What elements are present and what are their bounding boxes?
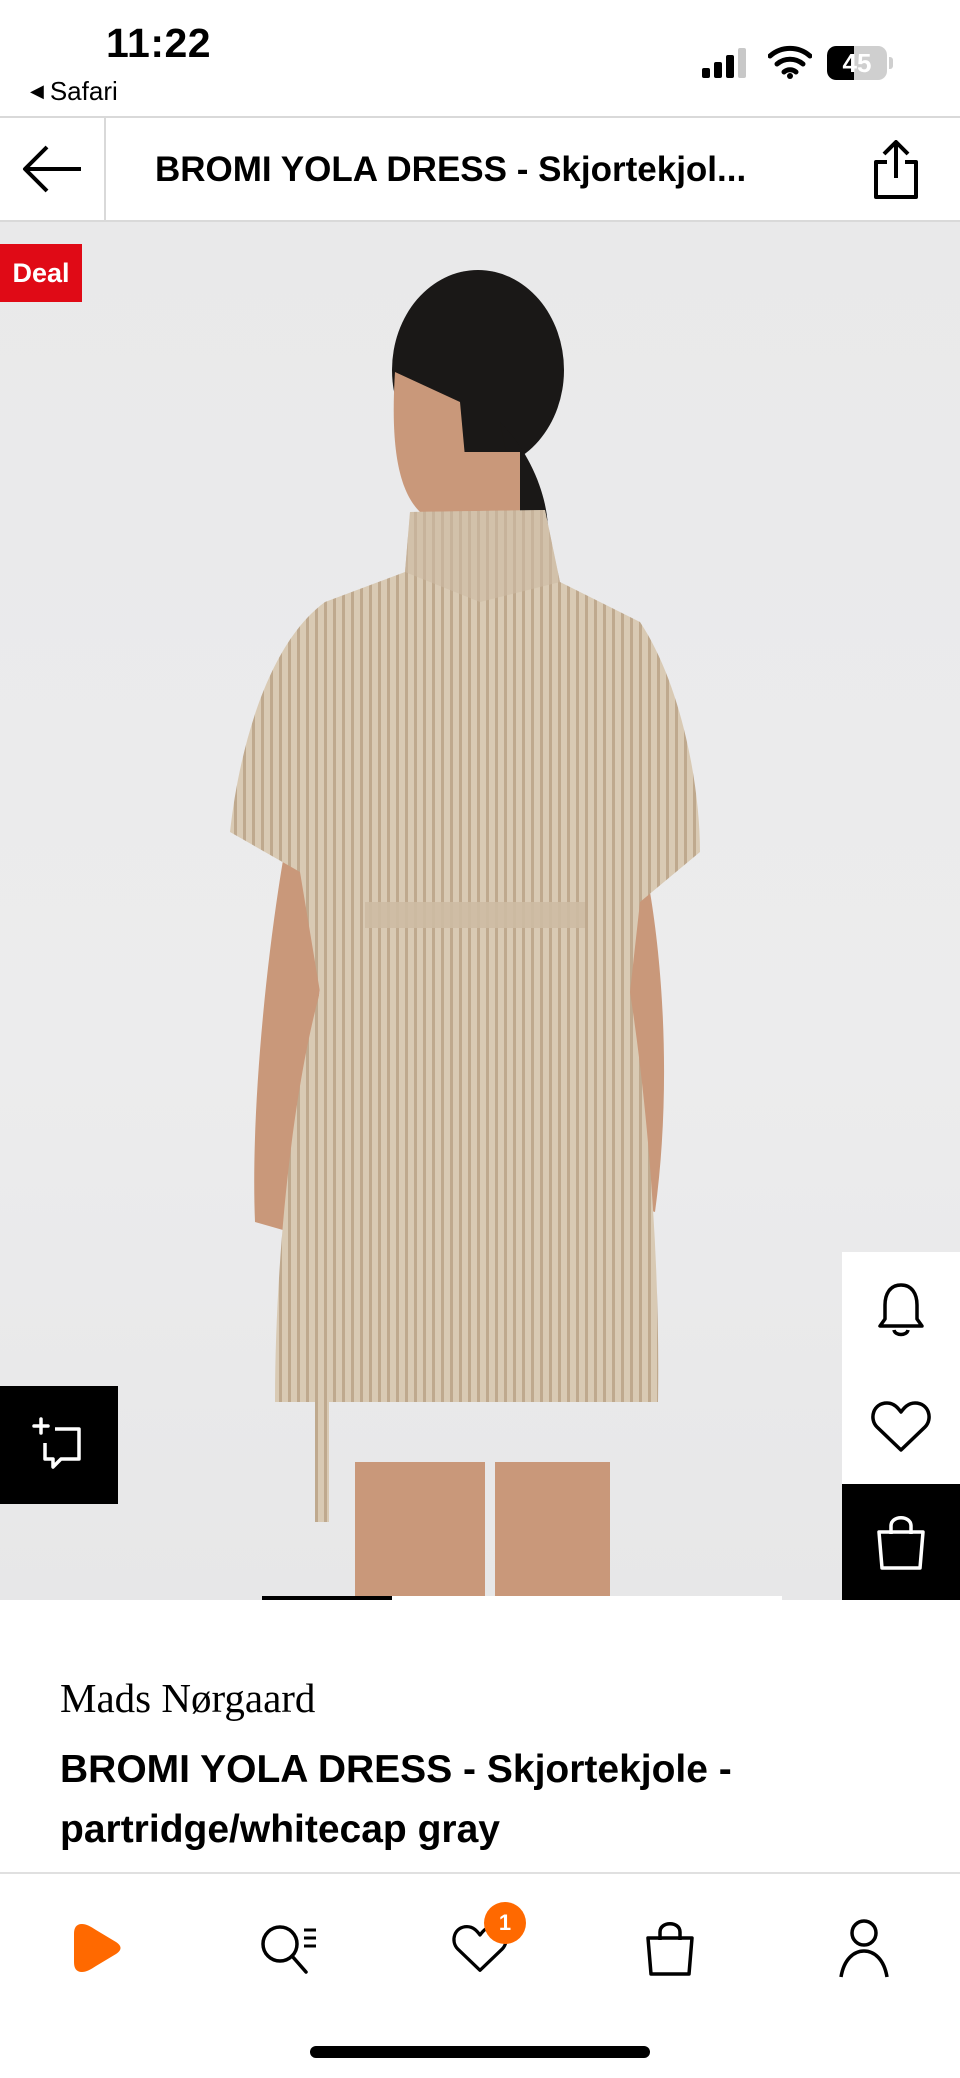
- battery-icon: 45: [827, 46, 893, 80]
- page-title: BROMI YOLA DRESS - Skjortekjol...: [155, 150, 747, 189]
- battery-level: 45: [842, 48, 872, 78]
- deal-badge: Deal: [0, 244, 82, 302]
- arrow-left-icon: [23, 145, 81, 193]
- status-bar: 11:22 ◀ Safari 45: [0, 0, 960, 116]
- brand-name[interactable]: Mads Nørgaard: [60, 1674, 315, 1722]
- back-triangle-icon: ◀: [30, 81, 44, 101]
- share-button[interactable]: [864, 138, 928, 202]
- back-to-app-link[interactable]: ◀ Safari: [30, 76, 118, 107]
- back-button[interactable]: [0, 118, 106, 220]
- nav-search[interactable]: [248, 1908, 328, 1988]
- share-icon: [874, 140, 918, 199]
- product-name: BROMI YOLA DRESS - Skjortekjole - partri…: [60, 1748, 732, 1851]
- dress-photo: [230, 270, 700, 1600]
- nav-bag[interactable]: [630, 1908, 710, 1988]
- wishlist-button[interactable]: [842, 1368, 960, 1484]
- signal-icon: [702, 48, 746, 78]
- nav-wishlist[interactable]: 1: [440, 1902, 526, 1988]
- bottom-nav: 1: [0, 1872, 960, 2078]
- person-icon: [839, 1919, 889, 1978]
- search-icon: [261, 1925, 316, 1974]
- image-carousel-indicator: [262, 1596, 782, 1600]
- heart-icon: [871, 1401, 931, 1452]
- side-action-bar: [842, 1252, 960, 1600]
- page-header: BROMI YOLA DRESS - Skjortekjol...: [0, 116, 960, 222]
- product-image[interactable]: Deal: [0, 222, 960, 1600]
- compare-button[interactable]: [0, 1386, 118, 1504]
- nav-home[interactable]: [56, 1908, 136, 1988]
- bag-icon: [646, 1922, 694, 1976]
- wifi-icon: [768, 45, 812, 79]
- compare-icon: [32, 1417, 81, 1469]
- wishlist-count-badge: 1: [484, 1902, 526, 1944]
- notify-button[interactable]: [842, 1252, 960, 1368]
- bell-icon: [878, 1283, 924, 1337]
- bag-icon: [877, 1516, 925, 1570]
- zalando-logo-icon: [74, 1924, 121, 1972]
- home-indicator: [310, 2046, 650, 2058]
- status-time: 11:22: [106, 20, 212, 66]
- nav-account[interactable]: [824, 1908, 904, 1988]
- add-to-bag-button[interactable]: [842, 1484, 960, 1600]
- back-app-label: Safari: [49, 76, 118, 106]
- carousel-active-segment: [262, 1596, 392, 1600]
